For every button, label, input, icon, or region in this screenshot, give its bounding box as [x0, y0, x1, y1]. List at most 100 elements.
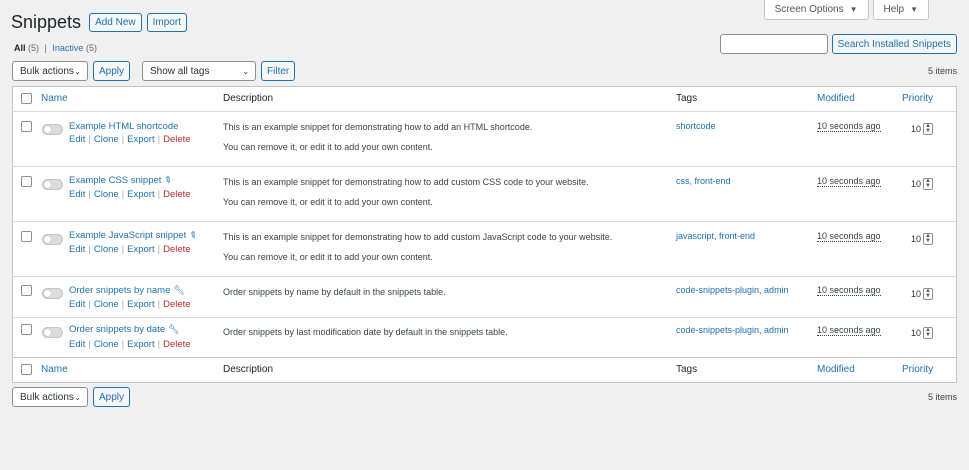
column-modified-header[interactable]: Modified [817, 364, 855, 375]
column-modified-header[interactable]: Modified [817, 93, 855, 104]
clone-link[interactable]: Clone [94, 339, 119, 350]
edit-link[interactable]: Edit [69, 244, 85, 255]
select-all-checkbox[interactable] [21, 364, 32, 375]
wrench-icon: 🔧︎ [168, 324, 180, 334]
activate-toggle[interactable] [42, 124, 63, 135]
column-name-header[interactable]: Name [41, 364, 68, 375]
delete-link[interactable]: Delete [163, 134, 190, 145]
column-description-header: Description [223, 364, 274, 375]
stepper-icon[interactable]: ▲ ▼ [923, 327, 934, 339]
search-input[interactable] [719, 34, 828, 54]
activate-toggle[interactable] [42, 234, 63, 245]
add-new-button[interactable]: Add New [89, 13, 142, 32]
row-checkbox[interactable] [21, 121, 32, 132]
column-name-header[interactable]: Name [41, 93, 68, 104]
snippet-name-link[interactable]: Example HTML shortcode [69, 121, 178, 132]
export-link[interactable]: Export [127, 189, 154, 200]
view-all-count: (5) [28, 43, 40, 53]
stepper-icon[interactable]: ▲ ▼ [923, 123, 934, 135]
stepper-icon[interactable]: ▲ ▼ [923, 233, 934, 245]
screen-options-tab[interactable]: Screen Options ▼ [763, 0, 869, 20]
snippet-name-link[interactable]: Example CSS snippet ✎ [69, 174, 174, 187]
bulk-actions-label: Bulk actions [20, 65, 74, 77]
row-checkbox[interactable] [21, 176, 32, 187]
column-description-header: Description [223, 93, 274, 104]
activate-toggle[interactable] [42, 179, 63, 190]
pin-icon: ✎ [187, 228, 200, 242]
delete-link[interactable]: Delete [163, 189, 190, 200]
import-button[interactable]: Import [146, 13, 187, 32]
wrench-icon: 🔧︎ [173, 285, 185, 295]
snippet-name: Order snippets by date [69, 324, 166, 335]
tag-link[interactable]: shortcode [676, 121, 716, 131]
activate-toggle[interactable] [42, 327, 63, 338]
export-link[interactable]: Export [127, 134, 154, 145]
search-box: Search Installed Snippets [719, 34, 957, 54]
tag-filter-select[interactable]: Show all tags ⌄ [142, 61, 257, 81]
filter-button[interactable]: Filter [261, 61, 296, 81]
delete-link[interactable]: Delete [163, 339, 190, 350]
tag-link[interactable]: javascript, front-end [676, 231, 755, 241]
snippet-name-link[interactable]: Order snippets by date 🔧︎ [69, 324, 180, 335]
clone-link[interactable]: Clone [94, 189, 119, 200]
column-priority-header[interactable]: Priority [902, 93, 933, 104]
row-checkbox[interactable] [21, 231, 32, 242]
status-filter-links: All (5) | Inactive (5) [14, 43, 97, 53]
priority-value: 10 [911, 289, 922, 299]
edit-link[interactable]: Edit [69, 134, 85, 145]
priority-field[interactable]: 10 ▲ ▼ [911, 327, 934, 339]
modified-time: 10 seconds ago [817, 325, 881, 336]
tag-link[interactable]: css, front-end [676, 176, 731, 186]
tag-link[interactable]: code-snippets-plugin, admin [676, 285, 789, 295]
edit-link[interactable]: Edit [69, 189, 85, 200]
column-tags-header: Tags [676, 364, 698, 375]
select-all-checkbox[interactable] [21, 93, 32, 104]
search-button[interactable]: Search Installed Snippets [831, 34, 957, 54]
apply-button[interactable]: Apply [93, 61, 131, 81]
snippet-name-link[interactable]: Order snippets by name 🔧︎ [69, 285, 185, 296]
page-title: Snippets [11, 12, 82, 32]
snippet-name-link[interactable]: Example JavaScript snippet ✎ [69, 228, 200, 242]
modified-time: 10 seconds ago [817, 121, 881, 132]
description-line: You can remove it, or edit it to add you… [223, 252, 433, 262]
export-link[interactable]: Export [127, 244, 154, 255]
chevron-down-icon: ⌄ [242, 66, 250, 76]
priority-field[interactable]: 10 ▲ ▼ [911, 123, 934, 135]
delete-link[interactable]: Delete [163, 299, 190, 310]
snippets-table: Name Description Tags Modified Priority … [12, 86, 957, 383]
export-link[interactable]: Export [127, 339, 154, 350]
export-link[interactable]: Export [127, 299, 154, 310]
help-tab[interactable]: Help ▼ [872, 0, 929, 20]
clone-link[interactable]: Clone [94, 244, 119, 255]
delete-link[interactable]: Delete [163, 244, 190, 255]
bulk-actions-select[interactable]: Bulk actions ⌄ [12, 387, 88, 407]
view-inactive-link[interactable]: Inactive [52, 43, 83, 53]
caret-down-icon: ▼ [849, 5, 858, 14]
view-all-link[interactable]: All [14, 43, 26, 53]
priority-field[interactable]: 10 ▲ ▼ [911, 178, 934, 190]
row-actions: Edit | Clone | Export | Delete [69, 244, 191, 255]
edit-link[interactable]: Edit [69, 299, 85, 310]
caret-down-icon: ▼ [910, 5, 918, 14]
bulk-actions-select[interactable]: Bulk actions ⌄ [12, 61, 88, 81]
apply-button[interactable]: Apply [93, 387, 131, 407]
chevron-down-icon: ⌄ [74, 392, 81, 402]
stepper-icon[interactable]: ▲ ▼ [923, 178, 934, 190]
clone-link[interactable]: Clone [94, 299, 119, 310]
row-checkbox[interactable] [21, 324, 32, 335]
stepper-icon[interactable]: ▲ ▼ [923, 288, 934, 300]
priority-field[interactable]: 10 ▲ ▼ [911, 288, 934, 300]
priority-field[interactable]: 10 ▲ ▼ [911, 233, 934, 245]
row-actions: Edit | Clone | Export | Delete [69, 299, 191, 310]
row-actions: Edit | Clone | Export | Delete [69, 134, 191, 145]
tag-link[interactable]: code-snippets-plugin, admin [676, 325, 789, 335]
activate-toggle[interactable] [42, 288, 63, 299]
snippet-name: Order snippets by name [69, 285, 171, 296]
edit-link[interactable]: Edit [69, 339, 85, 350]
description-line: This is an example snippet for demonstra… [223, 177, 589, 187]
snippet-name: Example JavaScript snippet [69, 230, 187, 241]
description-line: Order snippets by last modification date… [223, 327, 508, 337]
column-priority-header[interactable]: Priority [902, 364, 933, 375]
clone-link[interactable]: Clone [94, 134, 119, 145]
row-checkbox[interactable] [21, 285, 32, 296]
